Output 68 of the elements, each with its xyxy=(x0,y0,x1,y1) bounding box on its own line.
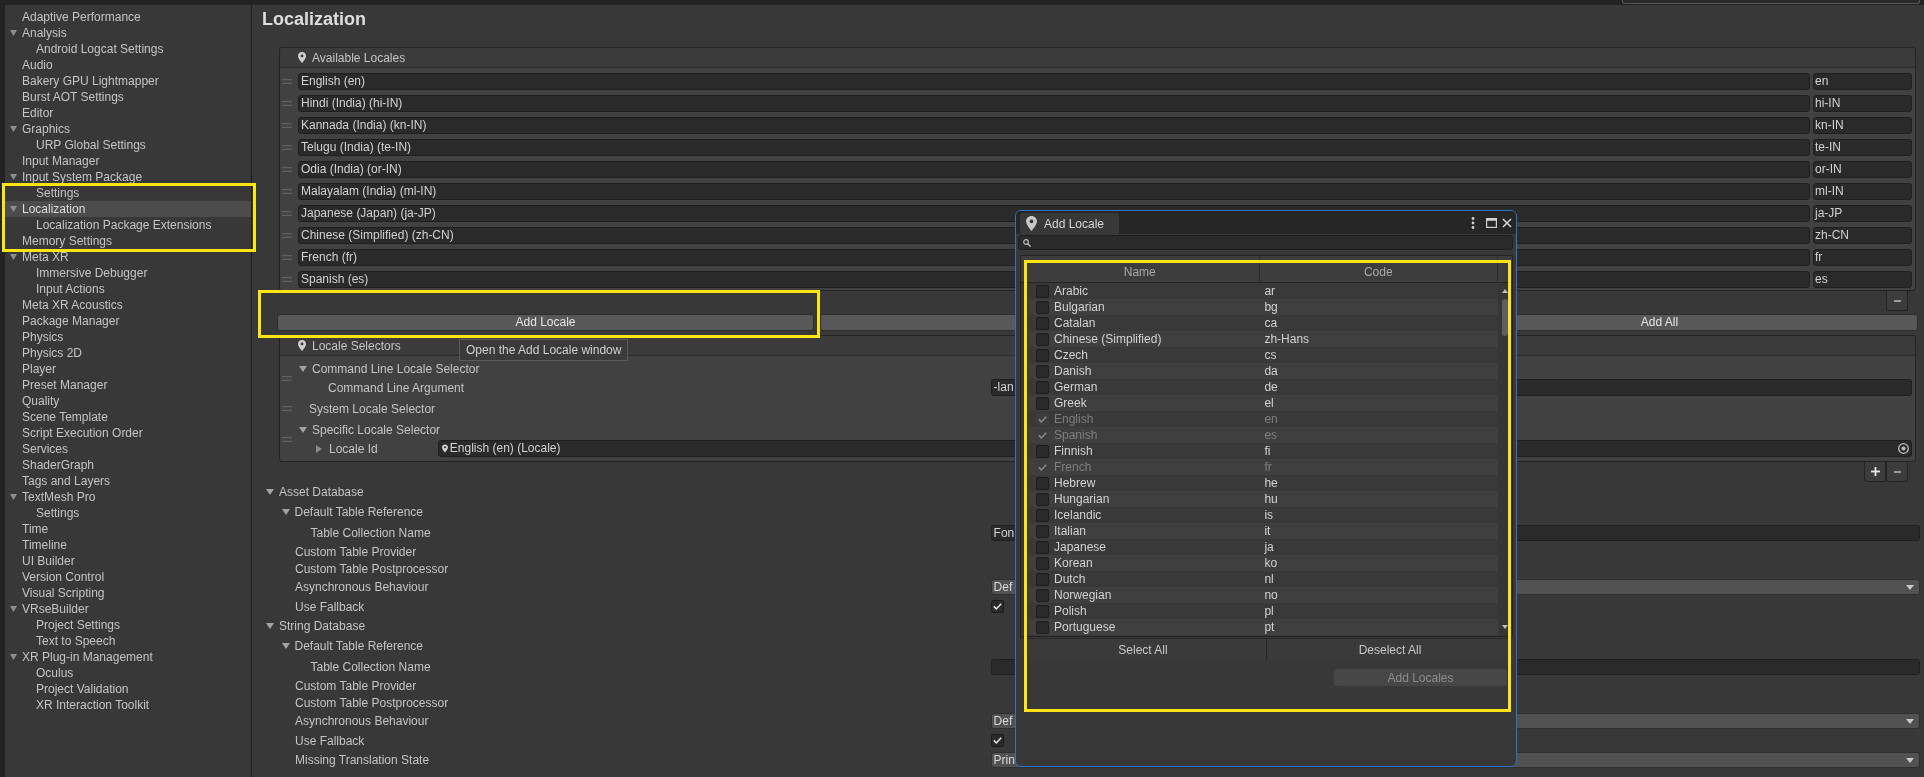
table-cell: da xyxy=(1264,364,1278,378)
table-cell: fr xyxy=(1264,460,1272,474)
foldout-label: Asset Database xyxy=(279,485,364,499)
table-cell-text: Hungarian xyxy=(1054,492,1111,506)
table-cell: ko xyxy=(1264,556,1278,570)
table-cell: nl xyxy=(1264,572,1274,586)
field-label: Custom Table Provider xyxy=(295,544,417,559)
table-cell: es xyxy=(1264,428,1278,442)
table-cell: pl xyxy=(1264,604,1274,618)
table-cell-text: Icelandic xyxy=(1054,508,1103,522)
table-cell: ja xyxy=(1264,540,1274,554)
field-label: Table Collection Name xyxy=(310,525,431,540)
table-cell-text: Spanish xyxy=(1054,428,1099,442)
foldout-label: Command Line Locale Selector xyxy=(312,361,480,376)
table-cell-text: English xyxy=(1054,412,1095,426)
list-title: Locale Selectors xyxy=(312,338,401,353)
list-title: Available Locales xyxy=(312,50,406,65)
table-cell: it xyxy=(1264,524,1271,538)
page-title: Localization xyxy=(262,8,366,31)
foldout-label: Default Table Reference xyxy=(294,505,424,519)
table-cell-text: Norwegian xyxy=(1054,588,1113,602)
table-cell-text: Greek xyxy=(1054,396,1088,410)
field-label: Asynchronous Behaviour xyxy=(295,714,429,728)
table-cell: no xyxy=(1264,588,1278,602)
table-cell: en xyxy=(1264,412,1278,426)
foldout-label: System Locale Selector xyxy=(309,401,436,416)
table-cell-text: German xyxy=(1054,380,1099,394)
table-cell: hu xyxy=(1264,492,1278,506)
field-label: Custom Table Postprocessor xyxy=(295,561,449,576)
table-cell-text: Danish xyxy=(1054,364,1093,378)
table-cell: de xyxy=(1264,380,1278,394)
table-cell-text: Finnish xyxy=(1054,444,1094,458)
field-label: Use Fallback xyxy=(295,733,365,748)
table-cell: is xyxy=(1264,508,1274,522)
field-label: Custom Table Provider xyxy=(295,678,417,693)
table-cell-text: Bulgarian xyxy=(1054,300,1106,314)
table-cell: bg xyxy=(1264,300,1278,314)
table-cell: fi xyxy=(1264,444,1271,458)
table-cell: ca xyxy=(1264,316,1278,330)
table-cell: ar xyxy=(1264,284,1276,298)
foldout-label: Default Table Reference xyxy=(294,639,424,653)
table-cell-text: French xyxy=(1054,460,1093,474)
table-cell-text: Japanese xyxy=(1054,540,1108,554)
table-cell: zh-Hans xyxy=(1264,332,1310,346)
table-cell: he xyxy=(1264,476,1278,490)
table-cell-text: Italian xyxy=(1054,524,1088,538)
tooltip: Open the Add Locale window xyxy=(459,339,629,361)
field-label: Command Line Argument xyxy=(328,380,465,395)
table-cell: cs xyxy=(1264,348,1277,362)
table-cell-text: Chinese (Simplified) xyxy=(1054,332,1163,346)
table-cell-text: Dutch xyxy=(1054,572,1087,586)
table-cell-text: Hebrew xyxy=(1054,476,1097,490)
table-cell-text: Polish xyxy=(1054,604,1088,618)
field-label: Locale Id xyxy=(329,441,378,456)
table-cell-text: Arabic xyxy=(1054,284,1089,298)
table-cell-text: Czech xyxy=(1054,348,1089,362)
table-cell-text: Korean xyxy=(1054,556,1094,570)
field-label: Use Fallback xyxy=(295,599,365,614)
table-cell-text: Catalan xyxy=(1054,316,1097,330)
table-cell-text: Portuguese xyxy=(1054,620,1117,634)
field-label: Custom Table Postprocessor xyxy=(295,695,449,710)
foldout-label: Specific Locale Selector xyxy=(312,422,441,437)
field-label: Missing Translation State xyxy=(295,753,430,767)
foldout-label: String Database xyxy=(279,619,366,633)
field-label: Asynchronous Behaviour xyxy=(295,580,429,594)
table-cell: pt xyxy=(1264,620,1275,634)
field-label: Table Collection Name xyxy=(310,659,431,674)
table-cell: el xyxy=(1264,396,1274,410)
